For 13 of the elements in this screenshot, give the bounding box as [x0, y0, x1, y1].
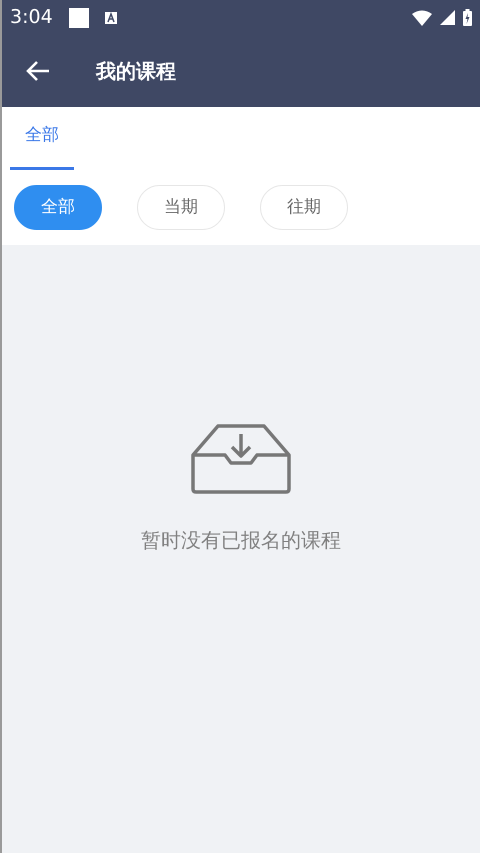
page-title: 我的课程	[96, 58, 176, 85]
filter-chip[interactable]: 全部	[14, 185, 102, 230]
battery-icon	[463, 9, 472, 26]
filter-chip[interactable]: 当期	[137, 185, 225, 230]
signal-icon	[440, 10, 455, 25]
square-icon	[68, 8, 89, 28]
wifi-icon	[412, 10, 432, 26]
empty-message: 暂时没有已报名的课程	[141, 527, 341, 554]
status-time: 3:04	[10, 5, 53, 30]
empty-inbox-icon	[190, 423, 292, 495]
back-icon[interactable]	[26, 60, 50, 82]
font-icon	[104, 12, 117, 24]
filter-chip[interactable]: 往期	[260, 185, 348, 230]
